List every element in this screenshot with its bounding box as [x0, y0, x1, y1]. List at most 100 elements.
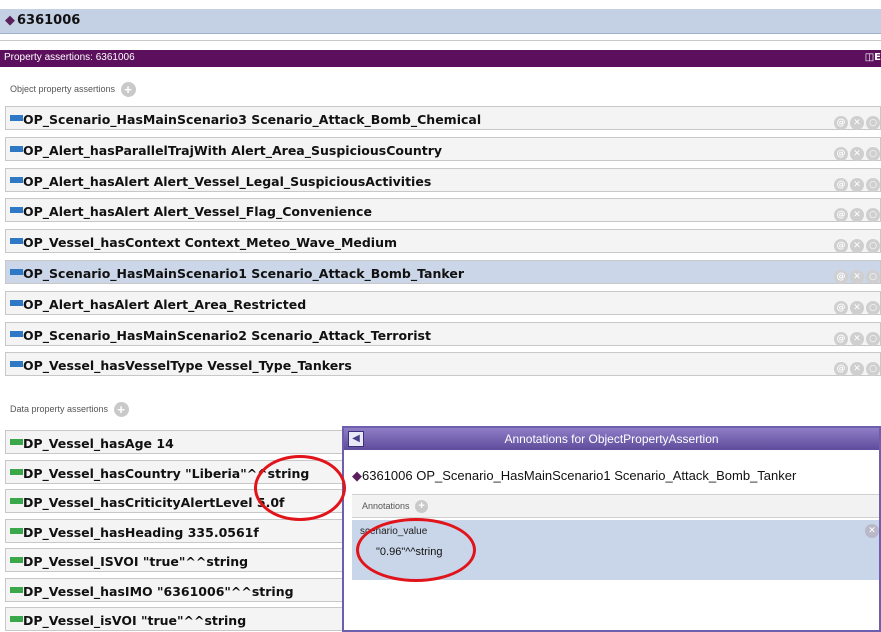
object-assertion-text: OP_Alert_hasParallelTrajWith Alert_Area_…	[23, 142, 443, 158]
data-assertion-text: DP_Vessel_ISVOI "true"^^string	[23, 554, 249, 569]
delete-icon[interactable]: ✕	[850, 116, 864, 130]
annotate-icon[interactable]: @	[834, 300, 848, 315]
data-assertion-row[interactable]: DP_Vessel_hasCountry "Liberia"^^string	[5, 459, 345, 484]
delete-icon[interactable]: ✕	[850, 208, 864, 223]
edit-icon[interactable]: ○	[866, 270, 880, 284]
data-assertion-row[interactable]: DP_Vessel_hasHeading 335.0561f	[5, 518, 345, 543]
data-property-icon	[10, 468, 23, 475]
delete-icon[interactable]: ✕	[850, 362, 864, 377]
annotate-icon[interactable]: @	[834, 270, 848, 284]
add-annotation-icon[interactable]: +	[415, 500, 429, 513]
annotations-dialog: ◀ Annotations for ObjectPropertyAssertio…	[342, 426, 881, 632]
row-controls: @ ✕ ○	[832, 172, 880, 192]
annotations-header: Annotations +	[352, 494, 879, 518]
data-assertion-row[interactable]: DP_Vessel_ISVOI "true"^^string	[5, 548, 345, 572]
object-assertion-text: OP_Alert_hasAlert Alert_Vessel_Legal_Sus…	[23, 173, 432, 189]
object-assertion-text: OP_Vessel_hasContext Context_Meteo_Wave_…	[23, 235, 398, 251]
delete-icon[interactable]: ✕	[850, 300, 864, 315]
edit-icon[interactable]: ○	[866, 116, 880, 130]
individual-name: 6361006	[17, 13, 81, 28]
object-assertion-text: OP_Alert_hasAlert Alert_Vessel_Flag_Conv…	[23, 204, 372, 220]
object-property-icon	[10, 238, 23, 245]
object-assertion-row[interactable]: OP_Scenario_HasMainScenario2 Scenario_At…	[5, 321, 881, 346]
object-property-section-label: Object property assertions	[10, 83, 116, 94]
property-assertions-titlebar: Property assertions: 6361006 ◫E	[0, 50, 881, 67]
delete-icon[interactable]: ✕	[850, 331, 864, 346]
annotate-icon[interactable]: @	[834, 208, 848, 223]
object-property-icon	[10, 330, 23, 337]
data-property-section: Data property assertions +	[10, 402, 129, 417]
individual-header: ◆ 6361006	[0, 9, 881, 34]
add-object-assertion-icon[interactable]: +	[120, 82, 136, 97]
data-assertion-text: DP_Vessel_hasIMO "6361006"^^string	[23, 583, 294, 599]
data-assertion-text: DP_Vessel_isVOI "true"^^string	[23, 613, 247, 628]
object-assertion-text: OP_Vessel_hasVesselType Vessel_Type_Tank…	[23, 358, 352, 374]
object-assertion-text: OP_Scenario_HasMainScenario2 Scenario_At…	[23, 327, 431, 343]
edit-icon[interactable]: ○	[866, 239, 880, 254]
annotate-icon[interactable]: @	[834, 116, 848, 130]
object-assertion-text: OP_Alert_hasAlert Alert_Area_Restricted	[23, 296, 307, 312]
object-property-icon	[10, 115, 23, 121]
object-assertion-text: OP_Scenario_HasMainScenario3 Scenario_At…	[23, 112, 482, 127]
row-controls: @ ✕ ○	[832, 356, 880, 377]
data-assertion-text: DP_Vessel_hasAge 14	[23, 436, 174, 451]
annotate-icon[interactable]: @	[834, 239, 848, 254]
data-assertion-text: DP_Vessel_hasHeading 335.0561f	[23, 524, 259, 540]
data-assertion-row[interactable]: DP_Vessel_isVOI "true"^^string	[5, 607, 345, 631]
data-property-icon	[10, 439, 23, 445]
data-assertion-row[interactable]: DP_Vessel_hasAge 14	[5, 430, 345, 454]
annotation-property: scenario_value	[360, 526, 428, 537]
data-property-section-label: Data property assertions	[10, 403, 109, 414]
data-property-icon	[10, 498, 23, 504]
delete-icon[interactable]: ✕	[850, 270, 864, 284]
view-toggle-icon[interactable]: ◫E	[865, 52, 881, 63]
object-property-icon	[10, 207, 23, 214]
individual-diamond-icon: ◆	[352, 468, 362, 483]
delete-icon[interactable]: ✕	[850, 239, 864, 254]
data-assertion-text: DP_Vessel_hasCountry "Liberia"^^string	[23, 465, 310, 481]
object-assertion-row[interactable]: OP_Alert_hasAlert Alert_Vessel_Flag_Conv…	[5, 198, 881, 223]
annotations-label: Annotations +	[362, 500, 429, 513]
object-property-icon	[10, 361, 23, 368]
edit-icon[interactable]: ○	[866, 362, 880, 377]
edit-icon[interactable]: ○	[866, 331, 880, 346]
row-controls: @ ✕ ○	[832, 202, 880, 223]
data-assertion-row[interactable]: DP_Vessel_hasCriticityAlertLevel 5.0f	[5, 489, 345, 513]
dialog-title: Annotations for ObjectPropertyAssertion	[504, 432, 719, 446]
row-controls: @ ✕ ○	[832, 141, 880, 161]
edit-icon[interactable]: ○	[866, 177, 880, 192]
object-assertion-row[interactable]: OP_Vessel_hasVesselType Vessel_Type_Tank…	[5, 352, 881, 377]
edit-icon[interactable]: ○	[866, 208, 880, 223]
data-property-icon	[10, 616, 23, 622]
object-assertion-row[interactable]: OP_Scenario_HasMainScenario1 Scenario_At…	[5, 260, 881, 284]
edit-icon[interactable]: ○	[866, 300, 880, 315]
object-assertion-row[interactable]: OP_Alert_hasParallelTrajWith Alert_Area_…	[5, 136, 881, 161]
object-assertion-row[interactable]: OP_Alert_hasAlert Alert_Area_Restricted @…	[5, 290, 881, 315]
dialog-subject: ◆6361006 OP_Scenario_HasMainScenario1 Sc…	[352, 468, 796, 484]
annotate-icon[interactable]: @	[834, 362, 848, 377]
annotate-icon[interactable]: @	[834, 331, 848, 346]
delete-icon[interactable]: ✕	[850, 177, 864, 192]
annotate-icon[interactable]: @	[834, 177, 848, 192]
data-assertion-text: DP_Vessel_hasCriticityAlertLevel 5.0f	[23, 495, 285, 510]
delete-icon[interactable]: ✕	[850, 146, 864, 161]
row-controls: @ ✕ ○	[832, 295, 880, 315]
data-property-icon	[10, 557, 23, 563]
object-property-icon	[10, 269, 23, 275]
delete-annotation-icon[interactable]: ✕	[865, 524, 879, 538]
row-controls: @ ✕ ○	[832, 110, 880, 130]
annotate-icon[interactable]: @	[834, 146, 848, 161]
edit-icon[interactable]: ○	[866, 146, 880, 161]
object-property-icon	[10, 145, 23, 152]
object-assertion-row[interactable]: OP_Scenario_HasMainScenario3 Scenario_At…	[5, 106, 881, 130]
add-data-assertion-icon[interactable]: +	[113, 402, 129, 417]
object-assertion-text: OP_Scenario_HasMainScenario1 Scenario_At…	[23, 266, 465, 281]
data-assertion-row[interactable]: DP_Vessel_hasIMO "6361006"^^string	[5, 577, 345, 602]
data-property-icon	[10, 527, 23, 534]
annotation-value: "0.96"^^string	[376, 546, 443, 558]
object-assertion-row[interactable]: OP_Alert_hasAlert Alert_Vessel_Legal_Sus…	[5, 167, 881, 192]
annotation-row[interactable]: scenario_value "0.96"^^string ✕	[352, 520, 879, 580]
object-assertion-row[interactable]: OP_Vessel_hasContext Context_Meteo_Wave_…	[5, 229, 881, 254]
divider	[0, 40, 881, 41]
dialog-titlebar: ◀ Annotations for ObjectPropertyAssertio…	[344, 428, 879, 450]
